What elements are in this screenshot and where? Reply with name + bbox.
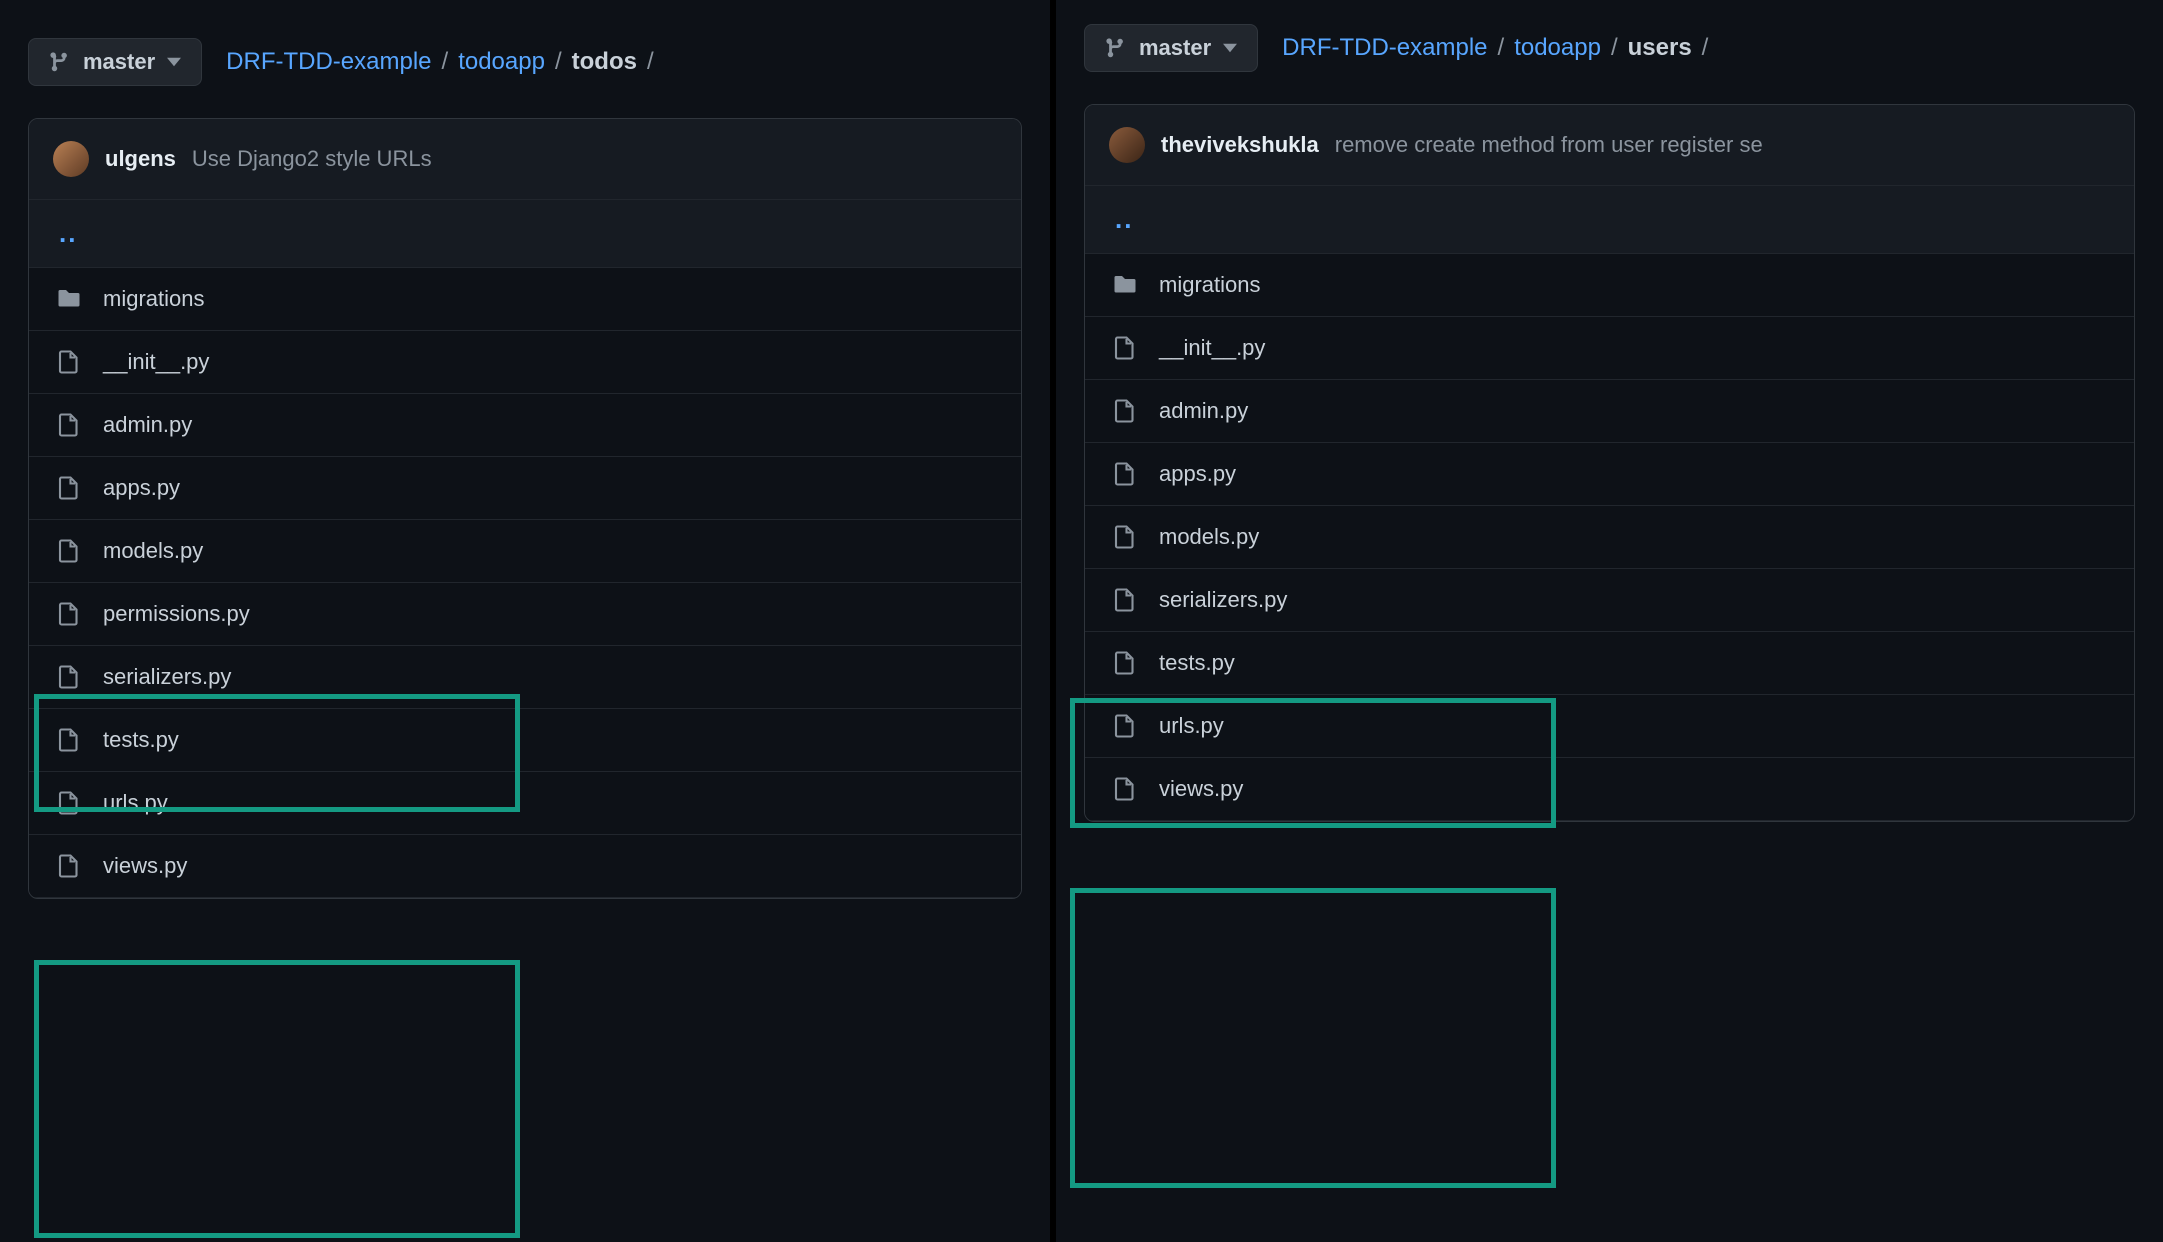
file-row[interactable]: admin.py xyxy=(1085,380,2134,443)
file-icon xyxy=(57,476,81,500)
file-listing: thevivekshukla remove create method from… xyxy=(1084,104,2135,822)
parent-dir-link[interactable]: .. xyxy=(59,218,77,248)
file-icon xyxy=(1113,525,1137,549)
breadcrumb-sep: / xyxy=(438,48,453,76)
file-icon xyxy=(57,413,81,437)
panel-todos: master DRF-TDD-example / todoapp / todos… xyxy=(0,0,1056,1242)
commit-author[interactable]: ulgens xyxy=(105,146,176,172)
breadcrumb-current: todos xyxy=(572,48,637,76)
breadcrumb: DRF-TDD-example / todoapp / todos / xyxy=(226,48,657,76)
branch-button[interactable]: master xyxy=(1084,24,1258,72)
file-name: __init__.py xyxy=(1159,335,1265,361)
breadcrumb-sep: / xyxy=(1494,34,1509,62)
file-name: tests.py xyxy=(1159,650,1235,676)
file-name: models.py xyxy=(1159,524,1259,550)
file-icon xyxy=(57,791,81,815)
file-name: __init__.py xyxy=(103,349,209,375)
file-row[interactable]: urls.py xyxy=(29,772,1021,835)
file-row[interactable]: models.py xyxy=(29,520,1021,583)
folder-row[interactable]: migrations xyxy=(29,268,1021,331)
file-icon xyxy=(57,728,81,752)
file-row[interactable]: views.py xyxy=(1085,758,2134,821)
header-row: master DRF-TDD-example / todoapp / todos… xyxy=(28,38,1022,86)
folder-icon xyxy=(1113,273,1137,297)
file-row[interactable]: __init__.py xyxy=(29,331,1021,394)
file-row[interactable]: tests.py xyxy=(29,709,1021,772)
file-name: serializers.py xyxy=(103,664,231,690)
file-icon xyxy=(1113,714,1137,738)
file-name: admin.py xyxy=(1159,398,1248,424)
file-icon xyxy=(1113,651,1137,675)
file-row[interactable]: views.py xyxy=(29,835,1021,898)
parent-dir-row[interactable]: .. xyxy=(29,200,1021,268)
file-name: apps.py xyxy=(103,475,180,501)
branch-button[interactable]: master xyxy=(28,38,202,86)
file-row[interactable]: apps.py xyxy=(1085,443,2134,506)
file-row[interactable]: permissions.py xyxy=(29,583,1021,646)
breadcrumb-path[interactable]: todoapp xyxy=(458,48,545,76)
file-row[interactable]: __init__.py xyxy=(1085,317,2134,380)
breadcrumb-sep: / xyxy=(551,48,566,76)
file-name: migrations xyxy=(103,286,204,312)
file-row[interactable]: admin.py xyxy=(29,394,1021,457)
commit-message[interactable]: Use Django2 style URLs xyxy=(192,146,432,172)
avatar[interactable] xyxy=(53,141,89,177)
file-listing: ulgens Use Django2 style URLs .. migrati… xyxy=(28,118,1022,899)
file-icon xyxy=(57,665,81,689)
folder-row[interactable]: migrations xyxy=(1085,254,2134,317)
breadcrumb-sep: / xyxy=(1607,34,1622,62)
file-icon xyxy=(57,539,81,563)
avatar[interactable] xyxy=(1109,127,1145,163)
file-icon xyxy=(1113,588,1137,612)
branch-icon xyxy=(1105,37,1127,59)
file-name: views.py xyxy=(1159,776,1243,802)
branch-icon xyxy=(49,51,71,73)
file-icon xyxy=(57,854,81,878)
parent-dir-link[interactable]: .. xyxy=(1115,204,1133,234)
file-name: tests.py xyxy=(103,727,179,753)
file-row[interactable]: serializers.py xyxy=(29,646,1021,709)
breadcrumb-path[interactable]: todoapp xyxy=(1514,34,1601,62)
branch-label: master xyxy=(83,49,155,75)
file-icon xyxy=(57,350,81,374)
file-name: views.py xyxy=(103,853,187,879)
caret-down-icon xyxy=(167,55,181,69)
file-icon xyxy=(1113,462,1137,486)
file-name: migrations xyxy=(1159,272,1260,298)
branch-label: master xyxy=(1139,35,1211,61)
latest-commit-row[interactable]: thevivekshukla remove create method from… xyxy=(1085,105,2134,186)
file-row[interactable]: apps.py xyxy=(29,457,1021,520)
file-name: urls.py xyxy=(103,790,168,816)
file-row[interactable]: serializers.py xyxy=(1085,569,2134,632)
breadcrumb-repo[interactable]: DRF-TDD-example xyxy=(1282,34,1487,62)
file-name: serializers.py xyxy=(1159,587,1287,613)
file-row[interactable]: urls.py xyxy=(1085,695,2134,758)
commit-author[interactable]: thevivekshukla xyxy=(1161,132,1319,158)
breadcrumb-sep: / xyxy=(643,48,658,76)
file-icon xyxy=(57,602,81,626)
file-row[interactable]: tests.py xyxy=(1085,632,2134,695)
file-name: models.py xyxy=(103,538,203,564)
file-row[interactable]: models.py xyxy=(1085,506,2134,569)
folder-icon xyxy=(57,287,81,311)
panel-users: master DRF-TDD-example / todoapp / users… xyxy=(1056,0,2163,1242)
caret-down-icon xyxy=(1223,41,1237,55)
highlight-box xyxy=(1070,888,1556,1188)
breadcrumb-repo[interactable]: DRF-TDD-example xyxy=(226,48,431,76)
parent-dir-row[interactable]: .. xyxy=(1085,186,2134,254)
file-name: permissions.py xyxy=(103,601,250,627)
file-icon xyxy=(1113,336,1137,360)
file-name: urls.py xyxy=(1159,713,1224,739)
header-row: master DRF-TDD-example / todoapp / users… xyxy=(1084,24,2135,72)
highlight-box xyxy=(34,960,520,1238)
file-name: admin.py xyxy=(103,412,192,438)
file-icon xyxy=(1113,777,1137,801)
latest-commit-row[interactable]: ulgens Use Django2 style URLs xyxy=(29,119,1021,200)
commit-message[interactable]: remove create method from user register … xyxy=(1335,132,1763,158)
breadcrumb: DRF-TDD-example / todoapp / users / xyxy=(1282,34,1712,62)
breadcrumb-sep: / xyxy=(1698,34,1713,62)
file-icon xyxy=(1113,399,1137,423)
file-name: apps.py xyxy=(1159,461,1236,487)
breadcrumb-current: users xyxy=(1628,34,1692,62)
